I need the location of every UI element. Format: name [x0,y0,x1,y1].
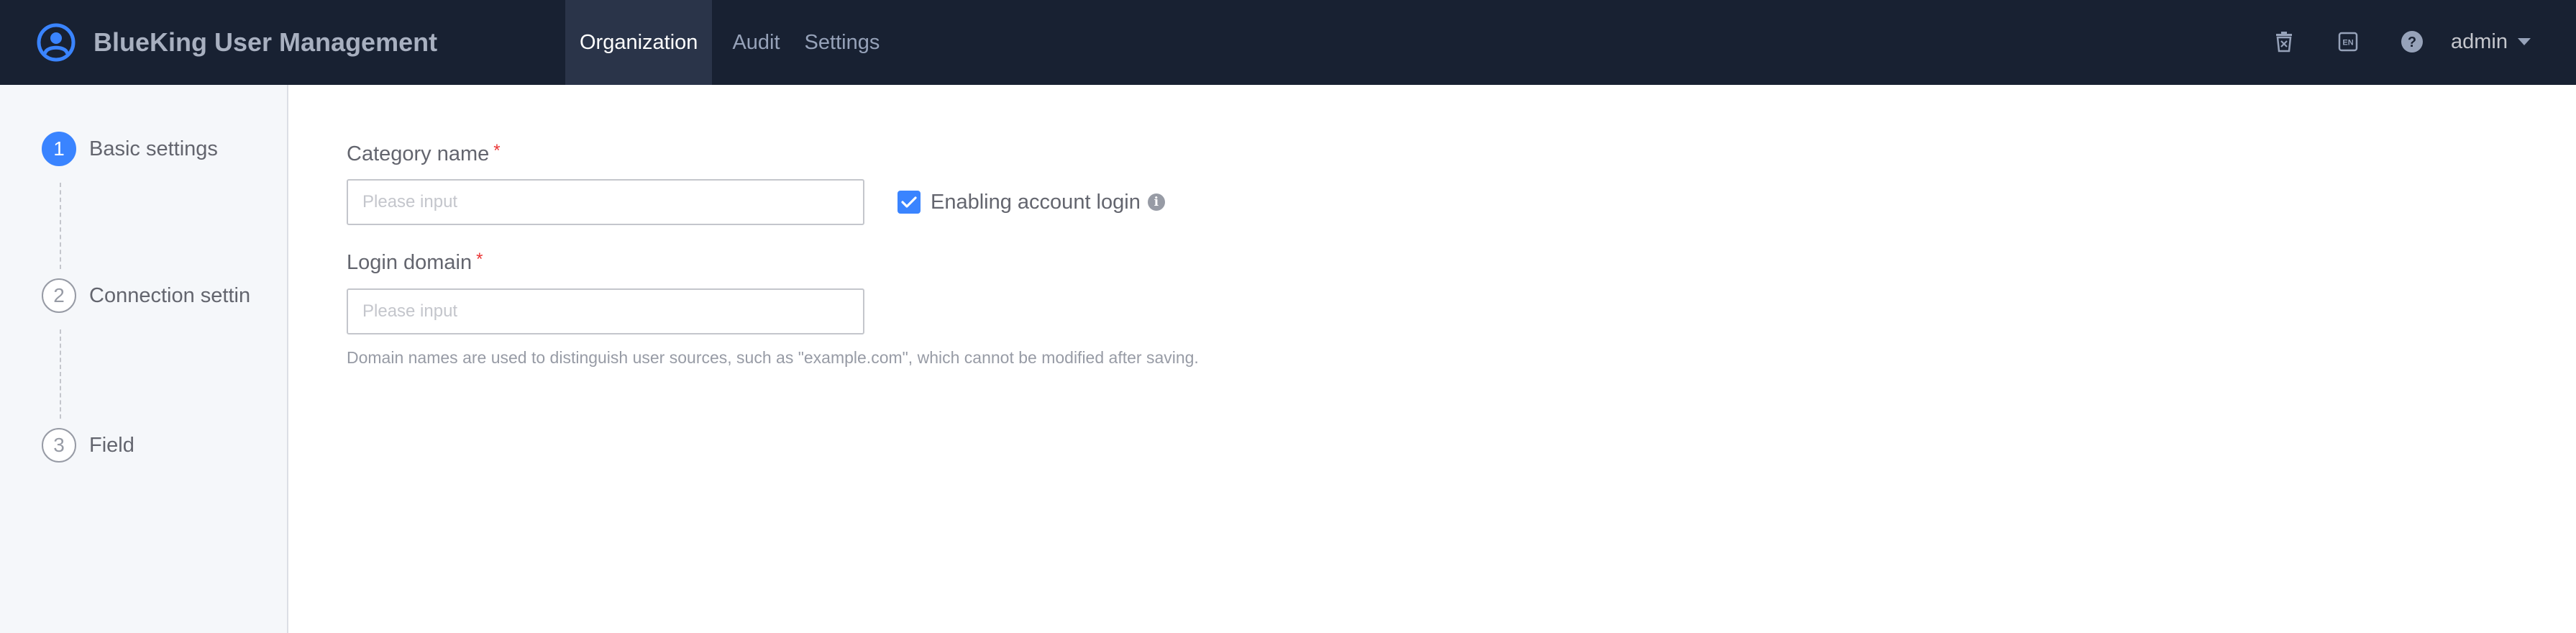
enable-account-login-option[interactable]: Enabling account login i [898,189,1165,215]
main-nav: Organization Audit Settings [565,0,880,85]
help-icon[interactable]: ? [2400,29,2424,54]
user-menu[interactable]: admin [2451,27,2531,56]
app-title: BlueKing User Management [93,27,438,57]
category-name-label-text: Category name [347,142,490,165]
recycle-bin-icon[interactable] [2272,29,2296,54]
login-domain-label-text: Login domain [347,251,472,274]
checkmark-icon [901,196,917,208]
steps-sidebar: 1 Basic settings 2 Connection settin 3 F… [0,85,288,633]
step-basic-settings[interactable]: 1 Basic settings [42,131,218,167]
chevron-down-icon [2518,38,2531,45]
required-mark: * [476,250,483,269]
language-icon-text: EN [2342,39,2353,47]
step-label: Basic settings [89,137,218,160]
step-number: 3 [42,428,76,463]
enable-account-login-checkbox[interactable] [898,191,921,214]
nav-audit[interactable]: Audit [732,0,780,85]
top-navigation-bar: BlueKing User Management Organization Au… [0,0,2576,85]
help-icon-text: ? [2408,35,2416,50]
step-number: 2 [42,278,76,313]
login-domain-hint: Domain names are used to distinguish use… [347,348,1199,367]
username: admin [2451,29,2508,53]
info-icon[interactable]: i [1147,193,1165,211]
user-circle-logo-icon [37,23,76,62]
step-field[interactable]: 3 Field [42,427,134,463]
step-connector [60,183,61,269]
category-name-label: Category name * [347,141,501,166]
step-connection-settings[interactable]: 2 Connection settin [42,278,250,314]
nav-settings[interactable]: Settings [805,0,880,85]
step-number: 1 [42,132,76,166]
brand[interactable]: BlueKing User Management [36,22,437,63]
language-switch-icon[interactable]: EN [2336,29,2360,54]
step-label: Field [89,433,134,457]
enable-account-login-label[interactable]: Enabling account login [931,191,1141,214]
step-connector [60,329,61,419]
step-label: Connection settin [89,283,251,307]
login-domain-input[interactable] [347,288,864,334]
required-mark: * [493,141,501,160]
category-name-input[interactable] [347,179,864,225]
login-domain-label: Login domain * [347,250,483,275]
nav-organization[interactable]: Organization [565,0,713,85]
